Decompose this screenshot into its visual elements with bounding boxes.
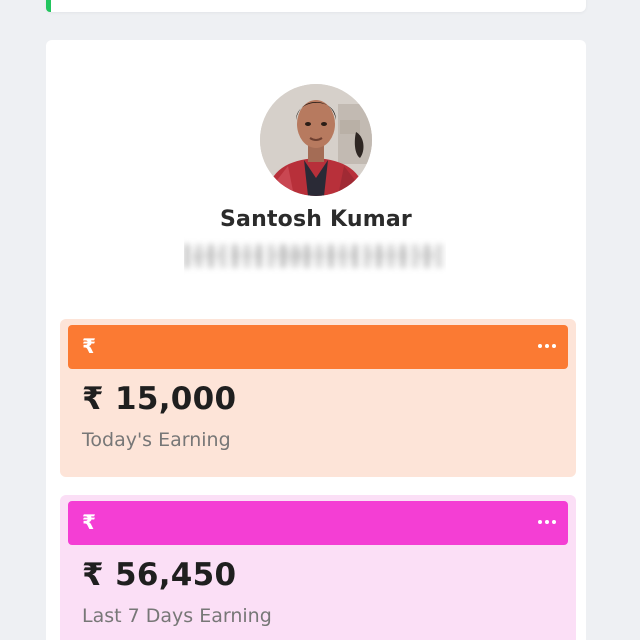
rupee-icon: ₹ bbox=[82, 334, 96, 358]
user-name: Santosh Kumar bbox=[220, 207, 412, 232]
user-contact-redacted: v•• ••• •58••••• •••• •• bbox=[184, 236, 446, 276]
last-7-days-earning-label: Last 7 Days Earning bbox=[82, 605, 272, 627]
more-horizontal-icon[interactable] bbox=[536, 517, 558, 527]
rupee-icon: ₹ bbox=[82, 510, 96, 534]
last-7-days-earning-value: ₹ 56,450 bbox=[82, 557, 237, 593]
today-earning-header: ₹ bbox=[68, 325, 568, 369]
last-7-days-earning-card[interactable]: ₹ ₹ 56,450 Last 7 Days Earning bbox=[60, 495, 576, 640]
more-horizontal-icon[interactable] bbox=[536, 341, 558, 351]
avatar-photo bbox=[260, 84, 372, 196]
user-contact-text: v•• ••• •58••••• •••• •• bbox=[192, 247, 438, 265]
profile-card: Santosh Kumar v•• ••• •58••••• •••• •• ₹… bbox=[46, 40, 586, 640]
last-7-days-earning-header: ₹ bbox=[68, 501, 568, 545]
previous-card-edge bbox=[46, 0, 586, 12]
status-accent-bar bbox=[46, 0, 51, 12]
today-earning-label: Today's Earning bbox=[82, 429, 231, 451]
today-earning-card[interactable]: ₹ ₹ 15,000 Today's Earning bbox=[60, 319, 576, 477]
today-earning-value: ₹ 15,000 bbox=[82, 381, 237, 417]
avatar[interactable] bbox=[260, 84, 372, 196]
